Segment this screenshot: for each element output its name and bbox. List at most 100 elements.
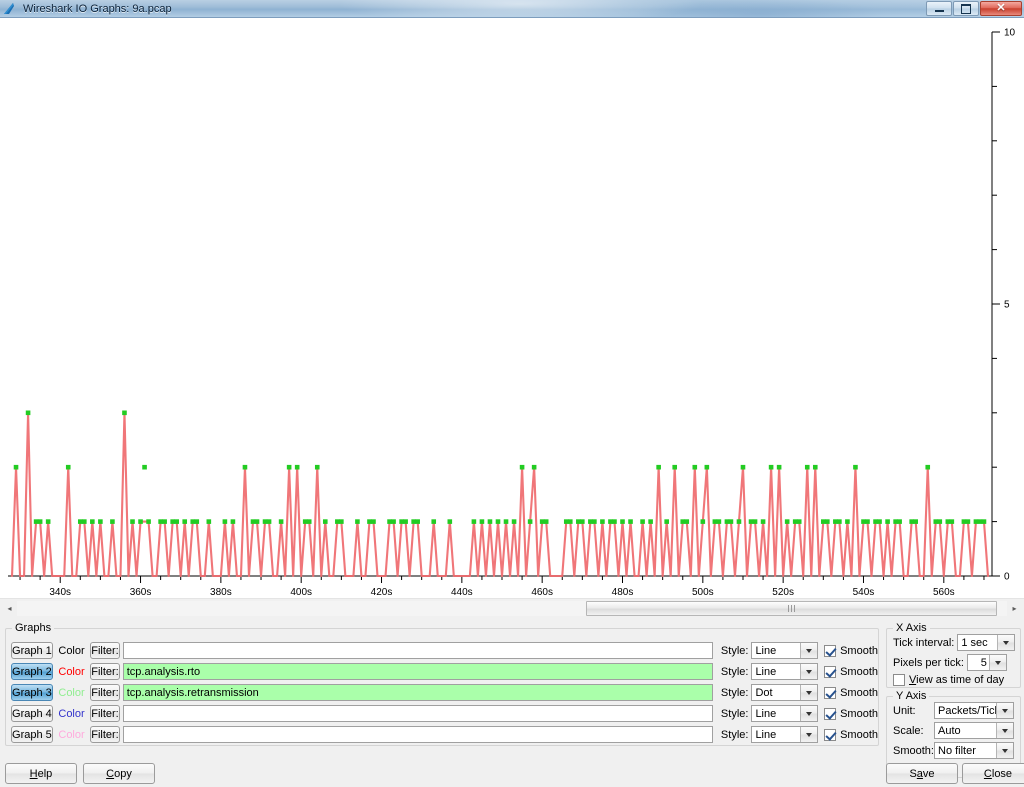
checkbox-box[interactable]	[824, 707, 837, 720]
scrollbar-thumb[interactable]	[586, 601, 998, 616]
y-smooth-select[interactable]: No filter	[934, 742, 1014, 759]
minimize-button[interactable]	[926, 1, 952, 16]
checkbox-box[interactable]	[824, 686, 837, 699]
svg-text:460s: 460s	[531, 587, 553, 598]
y-smooth-label: Smooth:	[893, 744, 934, 757]
chevron-down-icon[interactable]	[800, 706, 818, 721]
graph-2-filter-input[interactable]	[122, 663, 713, 680]
graph-2-color-label[interactable]: Color	[57, 666, 86, 678]
svg-text:520s: 520s	[772, 587, 794, 598]
graph-3-filter-button[interactable]: Filter:	[90, 684, 120, 701]
scrollbar-track[interactable]	[17, 601, 1007, 616]
graph-5-style-label: Style:	[720, 728, 749, 741]
graph-4-smooth-checkbox[interactable]: Smooth	[824, 707, 878, 720]
close-window-button[interactable]: ✕	[980, 1, 1022, 16]
svg-text:0: 0	[1004, 572, 1010, 583]
filter-button-label: Filter:	[91, 728, 119, 741]
graph-4-filter-input[interactable]	[122, 705, 713, 722]
graph-5-color-label[interactable]: Color	[57, 729, 86, 741]
chevron-down-icon[interactable]	[996, 703, 1013, 718]
graph-row: Graph 4 Color Filter: Style: Line Smooth	[6, 703, 878, 724]
smooth-label: Smooth	[840, 728, 878, 741]
graph-1-smooth-checkbox[interactable]: Smooth	[824, 644, 878, 657]
chevron-down-icon[interactable]	[997, 635, 1015, 650]
graph-row: Graph 1 Color Filter: Style: Line Smooth	[6, 640, 878, 661]
graph-3-style-select[interactable]: Dot	[751, 684, 819, 701]
graph-1-button[interactable]: Graph 1	[11, 642, 53, 659]
graph-2-filter-button[interactable]: Filter:	[90, 663, 120, 680]
graph-3-color-label[interactable]: Color	[57, 687, 86, 699]
graph-3-button[interactable]: Graph 3	[11, 684, 53, 701]
svg-text:420s: 420s	[371, 587, 393, 598]
pixels-per-tick-spinner[interactable]: 5	[966, 654, 1007, 671]
chevron-down-icon[interactable]	[996, 743, 1013, 758]
save-button[interactable]: Save	[886, 763, 958, 784]
chevron-down-icon[interactable]	[800, 643, 818, 658]
view-as-time-of-day-checkbox[interactable]: View as time of day	[893, 674, 1004, 686]
graph-5-button[interactable]: Graph 5	[11, 726, 53, 743]
window-controls: ✕	[926, 1, 1022, 16]
graph-5-style-select[interactable]: Line	[751, 726, 819, 743]
chevron-down-icon[interactable]	[800, 685, 818, 700]
copy-button[interactable]: Copy	[83, 763, 155, 784]
svg-text:440s: 440s	[451, 587, 473, 598]
graph-4-style-select[interactable]: Line	[751, 705, 819, 722]
scale-label: Scale:	[893, 724, 924, 737]
checkbox-box[interactable]	[824, 644, 837, 657]
unit-select[interactable]: Packets/Tick	[934, 702, 1014, 719]
style-value: Dot	[755, 686, 773, 699]
graph-3-smooth-checkbox[interactable]: Smooth	[824, 686, 878, 699]
graph-row: Graph 3 Color Filter: Style: Dot Smooth	[6, 682, 878, 703]
chevron-down-icon[interactable]	[996, 723, 1013, 738]
smooth-label: Smooth	[840, 644, 878, 657]
y-smooth-row: Smooth: No filter	[893, 742, 1020, 759]
filter-button-label: Filter:	[91, 665, 119, 678]
filter-button-label: Filter:	[91, 644, 119, 657]
view-as-time-of-day-row: View as time of day	[893, 674, 1020, 686]
maximize-button[interactable]	[953, 1, 979, 16]
graph-2-style-select[interactable]: Line	[751, 663, 819, 680]
graphs-group: Graphs Graph 1 Color Filter: Style: Line…	[5, 622, 879, 746]
graph-row: Graph 5 Color Filter: Style: Line Smooth	[6, 724, 878, 745]
graph-3-filter-input[interactable]	[122, 684, 713, 701]
tick-interval-select[interactable]: 1 sec	[957, 634, 1016, 651]
chevron-down-icon[interactable]	[800, 664, 818, 679]
graph-4-button[interactable]: Graph 4	[11, 705, 53, 722]
graph-5-filter-input[interactable]	[122, 726, 713, 743]
close-button[interactable]: Close	[962, 763, 1024, 784]
io-graph-canvas[interactable]: 340s 360s 380s 400s 420s 440s 460s 480s 500s 520s…	[0, 18, 1024, 598]
io-graph-plot[interactable]: 340s 360s 380s 400s 420s 440s 460s 480s 500s 520s…	[0, 18, 1024, 598]
graph-1-style-select[interactable]: Line	[751, 642, 819, 659]
graph-1-color-label[interactable]: Color	[57, 645, 86, 657]
style-value: Line	[755, 644, 777, 657]
scale-select[interactable]: Auto	[934, 722, 1014, 739]
scroll-right-arrow-icon[interactable]: ▸	[1007, 601, 1022, 616]
x-axis-group: X Axis Tick interval: 1 sec Pixels per t…	[886, 622, 1021, 688]
chevron-down-icon[interactable]	[988, 655, 1006, 670]
chevron-down-icon[interactable]	[800, 727, 818, 742]
horizontal-scrollbar[interactable]: ◂ ▸	[0, 598, 1024, 618]
graph-2-button[interactable]: Graph 2	[11, 663, 53, 680]
graph-1-filter-button[interactable]: Filter:	[90, 642, 120, 659]
svg-text:540s: 540s	[853, 587, 875, 598]
filter-button-label: Filter:	[91, 686, 119, 699]
checkbox-box[interactable]	[824, 728, 837, 741]
x-axis-group-legend: X Axis	[896, 622, 927, 634]
graph-4-color-label[interactable]: Color	[57, 708, 86, 720]
graph-5-filter-button[interactable]: Filter:	[90, 726, 120, 743]
close-label: Close	[983, 767, 1013, 780]
pixels-per-tick-row: Pixels per tick: 5	[893, 654, 1020, 671]
graph-2-smooth-checkbox[interactable]: Smooth	[824, 665, 878, 678]
checkbox-box[interactable]	[824, 665, 837, 678]
graph-2-style-label: Style:	[720, 665, 749, 678]
help-button[interactable]: Help	[5, 763, 77, 784]
scroll-left-arrow-icon[interactable]: ◂	[2, 601, 17, 616]
graph-4-filter-button[interactable]: Filter:	[90, 705, 120, 722]
svg-text:560s: 560s	[933, 587, 955, 598]
scale-value: Auto	[938, 724, 961, 737]
graph-5-smooth-checkbox[interactable]: Smooth	[824, 728, 878, 741]
graph-1-filter-input[interactable]	[122, 642, 713, 659]
graph-rows: Graph 1 Color Filter: Style: Line Smooth…	[6, 640, 878, 745]
checkbox-box[interactable]	[893, 674, 905, 686]
scale-row: Scale: Auto	[893, 722, 1020, 739]
